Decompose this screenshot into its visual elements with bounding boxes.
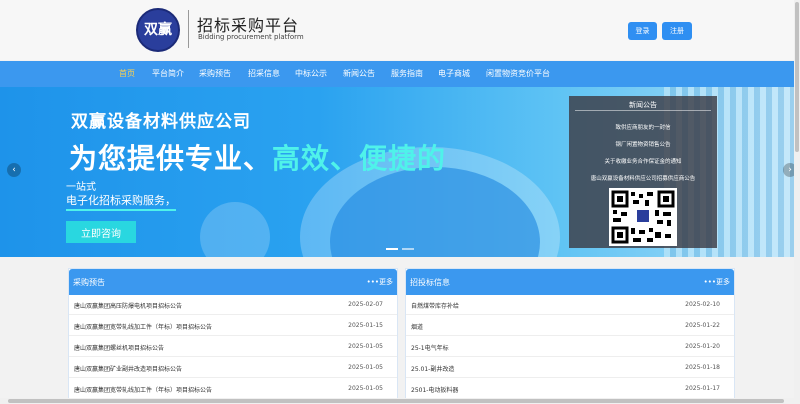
- list-item-title[interactable]: 25.01-副井改造: [411, 364, 454, 373]
- list-item-date: 2025-02-07: [348, 301, 383, 308]
- list-item-title[interactable]: 自燃煤带库存补给: [411, 301, 459, 310]
- list-item-date: 2025-01-05: [348, 385, 383, 392]
- list-item-date: 2025-01-15: [348, 322, 383, 329]
- list-item-title[interactable]: 唐山双赢集团高压防爆电机项目招标公告: [74, 301, 182, 310]
- more-link[interactable]: •••更多: [367, 277, 393, 287]
- nav-item-news[interactable]: 新闻公告: [343, 61, 375, 87]
- qr-code-image: [609, 188, 677, 246]
- news-box-divider: [575, 110, 711, 111]
- list-item-title[interactable]: 25-1电气年标: [411, 343, 449, 352]
- nav-item-award-notice[interactable]: 中标公示: [295, 61, 327, 87]
- banner-slogan: 为您提供专业、高效、便捷的: [69, 137, 446, 177]
- hero-banner: 双赢设备材料供应公司 为您提供专业、高效、便捷的 一站式 电子化招标采购服务， …: [0, 87, 794, 257]
- nav-item-procurement-preview[interactable]: 采购预告: [199, 61, 231, 87]
- panel-header: 采购预告 •••更多: [69, 269, 397, 295]
- list-item[interactable]: 唐山双赢集团高压防爆电机项目招标公告 2025-02-07: [69, 295, 397, 315]
- logo-divider: [188, 10, 189, 48]
- news-box-title: 新闻公告: [629, 101, 657, 109]
- horizontal-scrollbar[interactable]: [0, 398, 800, 404]
- carousel-next-icon[interactable]: ›: [783, 163, 794, 177]
- bidding-info-panel: 招投标信息 •••更多 自燃煤带库存补给 2025-02-10 烟道 2025-…: [405, 268, 735, 404]
- news-item[interactable]: 致供应商朋友的一封信: [569, 123, 717, 131]
- list-item-date: 2025-01-20: [685, 343, 720, 350]
- main-nav: 首页 平台简介 采购预告 招采信息 中标公示 新闻公告 服务指南 电子商城 闲置…: [0, 61, 794, 87]
- list-item[interactable]: 唐山双赢集团矿业副井改造项目招标公告 2025-01-05: [69, 358, 397, 378]
- list-item-date: 2025-01-17: [685, 385, 720, 392]
- nav-item-home[interactable]: 首页: [119, 61, 135, 87]
- carousel-indicators: [386, 248, 414, 250]
- list-item[interactable]: 25-1电气年标 2025-01-20: [406, 337, 734, 357]
- list-item-title[interactable]: 唐山双赢集团宽带轧线加工件（年标）项目招标公告: [74, 322, 212, 331]
- list-item-title[interactable]: 唐山双赢集团螺丝机项目招标公告: [74, 343, 164, 352]
- nav-item-procurement-info[interactable]: 招采信息: [248, 61, 280, 87]
- list-item-date: 2025-01-18: [685, 364, 720, 371]
- panel-title: 采购预告: [73, 278, 105, 287]
- list-item[interactable]: 唐山双赢集团螺丝机项目招标公告 2025-01-05: [69, 337, 397, 357]
- list-item[interactable]: 自燃煤带库存补给 2025-02-10: [406, 295, 734, 315]
- list-item[interactable]: 2501-电动扳料器 2025-01-17: [406, 379, 734, 399]
- banner-slogan-prefix: 为您提供专业、: [69, 142, 273, 175]
- login-button[interactable]: 登录: [628, 22, 657, 40]
- horizontal-scroll-thumb[interactable]: [8, 399, 784, 403]
- consult-button[interactable]: 立即咨询: [66, 221, 136, 243]
- panel-title: 招投标信息: [410, 278, 450, 287]
- list-item-date: 2025-01-22: [685, 322, 720, 329]
- banner-company: 双赢设备材料供应公司: [71, 112, 251, 132]
- more-link[interactable]: •••更多: [704, 277, 730, 287]
- list-item[interactable]: 25.01-副井改造 2025-01-18: [406, 358, 734, 378]
- list-item[interactable]: 烟道 2025-01-22: [406, 316, 734, 336]
- carousel-dot[interactable]: [402, 248, 414, 250]
- procurement-preview-panel: 采购预告 •••更多 唐山双赢集团高压防爆电机项目招标公告 2025-02-07…: [68, 268, 398, 404]
- vertical-scroll-thumb[interactable]: [795, 2, 799, 152]
- site-logo[interactable]: 双赢: [136, 8, 180, 52]
- news-item[interactable]: 关于收缴业务合作保证金的通知: [569, 157, 717, 165]
- register-button[interactable]: 注册: [662, 22, 692, 40]
- carousel-prev-icon[interactable]: ‹: [7, 163, 21, 177]
- carousel-dot[interactable]: [386, 248, 398, 250]
- list-item-date: 2025-01-05: [348, 343, 383, 350]
- nav-item-about[interactable]: 平台简介: [152, 61, 184, 87]
- list-item[interactable]: 唐山双赢集团宽带轧线加工件（年标）项目招标公告 2025-01-15: [69, 316, 397, 336]
- nav-item-e-mall[interactable]: 电子商城: [438, 61, 470, 87]
- banner-slogan-highlight: 高效、便捷的: [272, 142, 447, 175]
- list-item-title[interactable]: 烟道: [411, 322, 423, 331]
- list-item[interactable]: 唐山双赢集团宽带轧线加工件（年标）项目招标公告 2025-01-05: [69, 379, 397, 399]
- panel-header: 招投标信息 •••更多: [406, 269, 734, 295]
- banner-line-1: 一站式: [66, 182, 96, 193]
- news-item[interactable]: 钢厂闲置物资销售公告: [569, 140, 717, 148]
- list-item-title[interactable]: 唐山双赢集团宽带轧线加工件（年标）项目招标公告: [74, 385, 212, 394]
- list-item-title[interactable]: 唐山双赢集团矿业副井改造项目招标公告: [74, 364, 182, 373]
- banner-decoration: [200, 202, 270, 257]
- list-item-date: 2025-01-05: [348, 364, 383, 371]
- list-item-date: 2025-02-10: [685, 301, 720, 308]
- news-item[interactable]: 唐山双赢设备材料供应公司招募供应商公告: [569, 174, 717, 182]
- site-subtitle: Bidding procurement platform: [198, 33, 304, 41]
- site-header: 双赢 招标采购平台 Bidding procurement platform 登…: [0, 0, 800, 60]
- banner-line-2: 电子化招标采购服务，: [66, 192, 176, 211]
- nav-item-service-guide[interactable]: 服务指南: [391, 61, 423, 87]
- nav-item-idle-bidding[interactable]: 闲置物资竞价平台: [486, 61, 550, 87]
- list-item-title[interactable]: 2501-电动扳料器: [411, 385, 458, 394]
- news-box: 新闻公告 致供应商朋友的一封信 钢厂闲置物资销售公告 关于收缴业务合作保证金的通…: [569, 96, 717, 248]
- vertical-scrollbar[interactable]: [794, 0, 800, 398]
